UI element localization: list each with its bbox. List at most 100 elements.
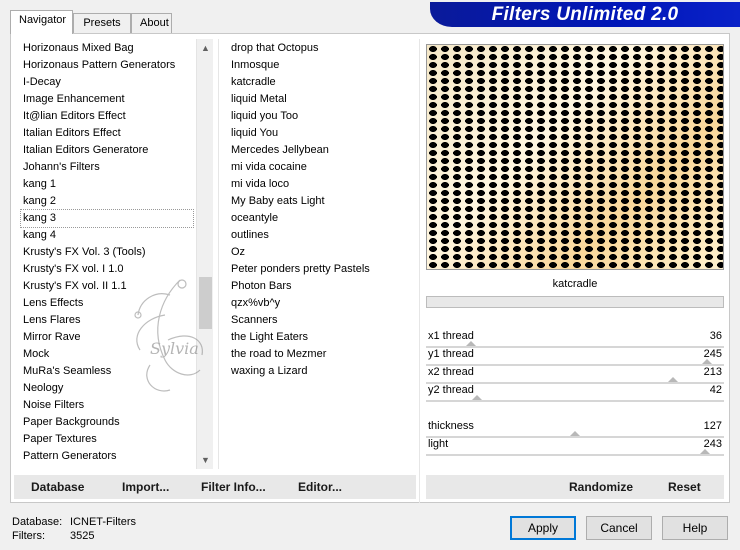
filter-item-label: liquid Metal — [231, 93, 287, 105]
param-row[interactable]: y2 thread 42 — [426, 382, 724, 399]
category-item[interactable]: Krusty's FX Vol. 3 (Tools) — [21, 244, 193, 261]
filter-item-label: katcradle — [231, 76, 276, 88]
database-button[interactable]: Database — [31, 475, 84, 499]
filter-item[interactable]: My Baby eats Light — [229, 193, 414, 210]
database-value: ICNET-Filters — [70, 516, 136, 528]
param-value: 36 — [709, 330, 722, 342]
filter-item-label: Scanners — [231, 314, 278, 326]
tab-presets[interactable]: Presets — [73, 13, 131, 34]
param-value: 213 — [703, 366, 722, 378]
tab-about[interactable]: About — [131, 13, 172, 34]
param-label: y2 thread — [428, 384, 474, 396]
filters-count: 3525 — [70, 530, 95, 542]
filter-item-label: Mercedes Jellybean — [231, 144, 329, 156]
filter-item-label: drop that Octopus — [231, 42, 319, 54]
filters-label: Filters: — [12, 530, 45, 542]
filter-item[interactable]: the Light Eaters — [229, 329, 414, 346]
filter-item[interactable]: the road to Mezmer — [229, 346, 414, 363]
param-label: x2 thread — [428, 366, 474, 378]
reset-button[interactable]: Reset — [668, 475, 701, 499]
category-item[interactable]: Horizonaus Mixed Bag — [21, 40, 193, 57]
param-label: thickness — [428, 420, 474, 432]
filter-item-label: My Baby eats Light — [231, 195, 325, 207]
filter-item[interactable]: Mercedes Jellybean — [229, 142, 414, 159]
param-label: light — [428, 438, 449, 450]
category-item[interactable]: kang 2 — [21, 193, 193, 210]
param-value: 42 — [709, 384, 722, 396]
filter-item[interactable]: Inmosque — [229, 57, 414, 74]
category-item[interactable]: Italian Editors Generatore — [21, 142, 193, 159]
randomize-button[interactable]: Randomize — [569, 475, 633, 499]
param-slider-track[interactable] — [426, 400, 724, 402]
filter-item-label: mi vida loco — [231, 178, 290, 190]
filter-item-label: mi vida cocaine — [231, 161, 307, 173]
app-title-banner: Filters Unlimited 2.0 — [430, 2, 740, 27]
category-item[interactable]: Paper Backgrounds — [21, 414, 193, 431]
category-item[interactable]: Paper Textures — [21, 431, 193, 448]
filter-item-label: the Light Eaters — [231, 331, 309, 343]
category-item[interactable]: It@lian Editors Effect — [21, 108, 193, 125]
tab-navigator[interactable]: Navigator — [10, 10, 73, 34]
list-divider — [218, 39, 219, 469]
param-row[interactable]: x2 thread 213 — [426, 364, 724, 381]
filter-item[interactable]: mi vida cocaine — [229, 159, 414, 176]
param-row[interactable]: y1 thread 245 — [426, 346, 724, 363]
param-slider-track[interactable] — [426, 454, 724, 456]
database-label: Database: — [12, 516, 63, 528]
filter-item[interactable]: liquid you Too — [229, 108, 414, 125]
filter-item[interactable]: qzx%vb^y — [229, 295, 414, 312]
filter-item[interactable]: mi vida loco — [229, 176, 414, 193]
filter-item-label: qzx%vb^y — [231, 297, 281, 309]
category-item[interactable]: Image Enhancement — [21, 91, 193, 108]
filter-item-label: liquid you Too — [231, 110, 299, 122]
param-button-row: Randomize Reset — [426, 475, 724, 499]
editor-button[interactable]: Editor... — [298, 475, 342, 499]
param-slider-knob[interactable] — [472, 395, 483, 400]
category-item[interactable]: Horizonaus Pattern Generators — [21, 57, 193, 74]
preview-progress-bar — [426, 296, 724, 308]
filter-item[interactable]: Oz — [229, 244, 414, 261]
filter-item-label: Inmosque — [231, 59, 280, 71]
filter-item[interactable]: outlines — [229, 227, 414, 244]
param-slider-knob[interactable] — [699, 449, 710, 454]
category-item[interactable]: kang 1 — [21, 176, 193, 193]
filter-item[interactable]: Photon Bars — [229, 278, 414, 295]
filter-item[interactable]: liquid You — [229, 125, 414, 142]
filter-item[interactable]: waxing a Lizard — [229, 363, 414, 380]
filter-item[interactable]: liquid Metal — [229, 91, 414, 108]
category-item[interactable]: I-Decay — [21, 74, 193, 91]
import-button[interactable]: Import... — [122, 475, 169, 499]
svg-text:Sylvia: Sylvia — [150, 339, 199, 358]
filter-item-label: liquid You — [231, 127, 279, 139]
list-divider-2 — [419, 39, 420, 503]
scroll-up-icon[interactable]: ▲ — [197, 40, 214, 56]
filter-item-label: Oz — [231, 246, 246, 258]
filter-preview-image — [426, 44, 724, 270]
category-item[interactable]: Italian Editors Effect — [21, 125, 193, 142]
help-button[interactable]: Help — [662, 516, 728, 540]
category-item[interactable]: Pattern Generators — [21, 448, 193, 465]
apply-button[interactable]: Apply — [510, 516, 576, 540]
scroll-down-icon[interactable]: ▼ — [197, 452, 214, 468]
filter-item-label: the road to Mezmer — [231, 348, 327, 360]
cancel-button[interactable]: Cancel — [586, 516, 652, 540]
filter-item[interactable]: drop that Octopus — [229, 40, 414, 57]
filter-item[interactable]: Peter ponders pretty Pastels — [229, 261, 414, 278]
category-item[interactable]: Johann's Filters — [21, 159, 193, 176]
category-item[interactable]: kang 3 — [20, 209, 194, 228]
filter-item[interactable]: katcradle — [229, 74, 414, 91]
filter-item-label: Photon Bars — [231, 280, 292, 292]
param-value: 127 — [703, 420, 722, 432]
filter-info-button[interactable]: Filter Info... — [201, 475, 266, 499]
filter-item-label: Peter ponders pretty Pastels — [231, 263, 370, 275]
navigator-button-row: Database Import... Filter Info... Editor… — [14, 475, 416, 499]
filter-item[interactable]: oceantyle — [229, 210, 414, 227]
preview-filter-name: katcradle — [426, 274, 724, 294]
filter-item-label: waxing a Lizard — [231, 365, 308, 377]
filter-item-label: outlines — [231, 229, 269, 241]
param-row[interactable]: light 243 — [426, 436, 724, 453]
filter-item[interactable]: Scanners — [229, 312, 414, 329]
category-item[interactable]: kang 4 — [21, 227, 193, 244]
filter-list[interactable]: drop that Octopus Inmosque katcradle liquid… — [229, 40, 414, 380]
filter-item-label: oceantyle — [231, 212, 279, 224]
